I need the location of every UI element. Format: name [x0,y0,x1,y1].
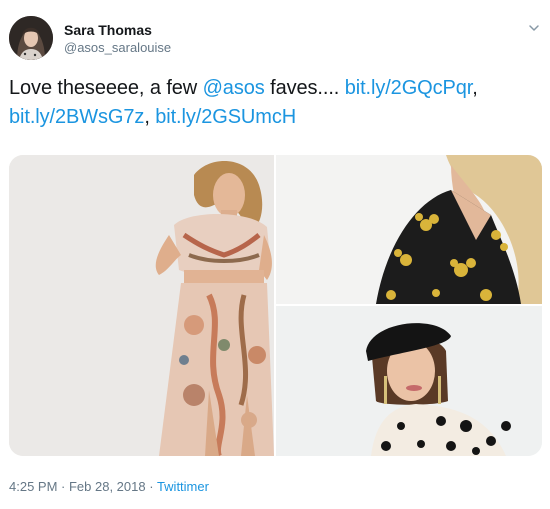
tweet-text-intro: Love theseeee, a few [9,77,203,99]
media-photo-floral-blouse[interactable] [276,155,542,304]
separator: , [472,77,478,99]
meta-dot: · [57,479,69,494]
url-link-1[interactable]: bit.ly/2GQcPqr [345,77,473,99]
chevron-down-icon[interactable] [525,19,543,37]
user-handle[interactable]: @asos_saralouise [64,40,171,56]
display-name[interactable]: Sara Thomas [64,22,171,39]
url-link-3[interactable]: bit.ly/2GSUmcH [155,106,296,128]
avatar[interactable] [9,16,53,60]
separator: , [144,106,156,128]
media-photo-polka-dot-top[interactable] [276,306,542,456]
tweet-text-mid: faves.... [264,77,345,99]
tweet-header: Sara Thomas @asos_saralouise [9,16,541,64]
tweet-date[interactable]: Feb 28, 2018 [69,479,146,494]
media-grid [9,155,542,456]
mention-link[interactable]: @asos [203,77,265,99]
tweet-time[interactable]: 4:25 PM [9,479,57,494]
user-names: Sara Thomas @asos_saralouise [64,22,171,56]
media-photo-paisley-outfit[interactable] [9,155,274,456]
meta-dot: · [145,479,157,494]
url-link-2[interactable]: bit.ly/2BWsG7z [9,106,144,128]
tweet-text: Love theseeee, a few @asos faves.... bit… [9,74,539,132]
tweet-card: Sara Thomas @asos_saralouise Love thesee… [0,0,550,509]
tweet-source-link[interactable]: Twittimer [157,479,209,494]
tweet-meta: 4:25 PM · Feb 28, 2018 · Twittimer [9,479,209,495]
